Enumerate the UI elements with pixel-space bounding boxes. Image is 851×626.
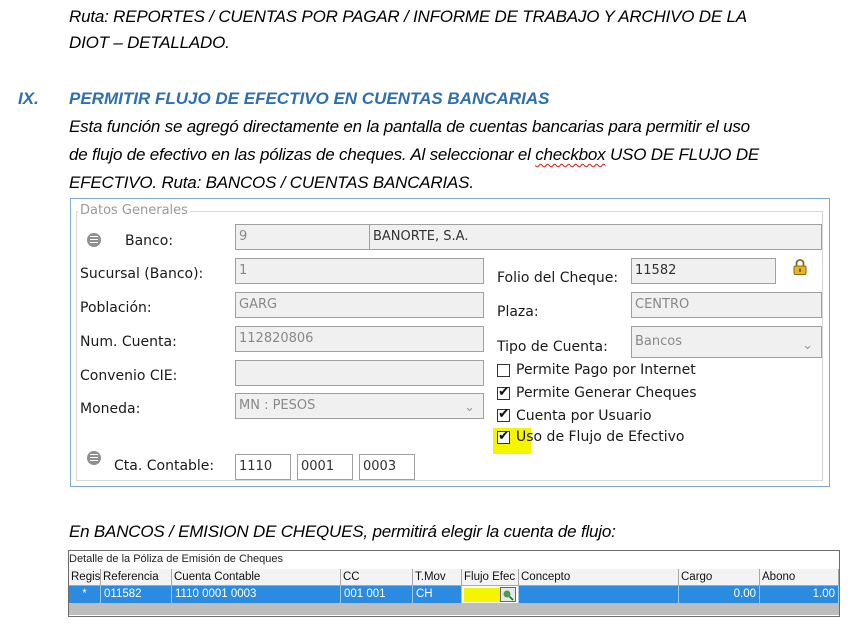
column-header-flujo-efec[interactable]: Flujo Efec xyxy=(462,569,519,586)
column-header-cargo[interactable]: Cargo xyxy=(679,569,760,586)
moneda-select[interactable]: MN : PESOS ⌄ xyxy=(235,393,484,419)
check-mark-icon: ✔ xyxy=(498,406,510,422)
checkbox-flujo-efectivo[interactable]: ✔ xyxy=(497,428,510,444)
chevron-down-icon: ⌄ xyxy=(802,338,813,353)
convenio-cie-label: Convenio CIE: xyxy=(80,368,178,384)
plaza-label: Plaza: xyxy=(497,304,539,320)
column-header-abono[interactable]: Abono xyxy=(760,569,839,586)
section-number: IX. xyxy=(18,89,39,108)
paragraph-text-c: USO DE FLUJO DE xyxy=(605,145,760,164)
tipo-cuenta-select[interactable]: Bancos ⌄ xyxy=(631,326,822,358)
cell-cuenta-contable[interactable]: 1110 0001 0003 xyxy=(172,586,341,603)
cell-tmov[interactable]: CH xyxy=(413,586,462,603)
column-header-concepto[interactable]: Concepto xyxy=(519,569,679,586)
paragraph-line-1: Esta función se agregó directamente en l… xyxy=(69,117,750,136)
folio-label: Folio del Cheque: xyxy=(497,270,619,286)
paragraph-text-a: de flujo de efectivo en las pólizas de c… xyxy=(69,145,536,164)
num-cuenta-field[interactable]: 112820806 xyxy=(235,326,484,352)
num-cuenta-label: Num. Cuenta: xyxy=(80,334,177,350)
convenio-cie-field[interactable] xyxy=(235,360,484,386)
moneda-label: Moneda: xyxy=(80,401,141,417)
lookup-icon[interactable] xyxy=(500,587,516,602)
paragraph-line-2: de flujo de efectivo en las pólizas de c… xyxy=(69,145,759,165)
group-title: Datos Generales xyxy=(78,203,190,218)
checkbox-word: checkbox xyxy=(535,145,606,164)
cta-contable-field-1[interactable]: 1110 xyxy=(235,454,291,480)
folio-field[interactable]: 11582 xyxy=(631,258,776,284)
poblacion-field[interactable]: GARG xyxy=(235,292,484,318)
section-title: PERMITIR FLUJO DE EFECTIVO EN CUENTAS BA… xyxy=(69,89,550,108)
checkbox-cuenta-usuario[interactable]: ✔ xyxy=(497,406,510,422)
grid-horizontal-scrollbar[interactable] xyxy=(69,603,839,615)
column-header-referencia[interactable]: Referencia xyxy=(101,569,172,586)
cell-abono[interactable]: 1.00 xyxy=(760,586,839,603)
column-header-regis[interactable]: Regis xyxy=(69,569,101,586)
cell-flujo-efec[interactable] xyxy=(462,586,519,603)
checkbox-pago-internet[interactable] xyxy=(497,364,510,377)
banco-name-field[interactable]: BANORTE, S.A. xyxy=(369,224,822,250)
flujo-cell-highlight xyxy=(464,588,500,602)
tipo-cuenta-value: Bancos xyxy=(635,334,682,349)
moneda-value: MN : PESOS xyxy=(239,398,316,413)
cell-referencia[interactable]: 011582 xyxy=(101,586,172,603)
tipo-cuenta-label: Tipo de Cuenta: xyxy=(497,339,608,355)
check-mark-icon: ✔ xyxy=(498,428,510,444)
paragraph-2: En BANCOS / EMISION DE CHEQUES, permitir… xyxy=(69,522,616,541)
check-mark-icon: ✔ xyxy=(498,384,510,400)
chevron-down-icon: ⌄ xyxy=(464,400,475,415)
checkbox-label-cuenta-usuario: Cuenta por Usuario xyxy=(516,408,652,424)
paragraph-line-3: EFECTIVO. Ruta: BANCOS / CUENTAS BANCARI… xyxy=(69,173,474,192)
cta-contable-field-3[interactable]: 0003 xyxy=(359,454,415,480)
ruta-line-1: Ruta: REPORTES / CUENTAS POR PAGAR / INF… xyxy=(69,7,747,26)
cta-contable-field-2[interactable]: 0001 xyxy=(297,454,353,480)
ruta-line-2: DIOT – DETALLADO. xyxy=(69,33,230,52)
cta-contable-list-icon[interactable] xyxy=(87,451,101,465)
cell-concepto[interactable] xyxy=(519,586,679,603)
checkbox-generar-cheques[interactable]: ✔ xyxy=(497,384,510,400)
plaza-field[interactable]: CENTRO xyxy=(631,292,822,318)
checkbox-label-generar-cheques: Permite Generar Cheques xyxy=(516,385,697,401)
column-header-cuenta-contable[interactable]: Cuenta Contable xyxy=(172,569,341,586)
sucursal-label: Sucursal (Banco): xyxy=(80,266,204,282)
cell-regis[interactable]: * xyxy=(69,586,101,603)
poblacion-label: Población: xyxy=(80,300,152,316)
cell-cc[interactable]: 001 001 xyxy=(341,586,413,603)
banco-list-icon[interactable] xyxy=(87,233,101,247)
column-header-cc[interactable]: CC xyxy=(341,569,413,586)
column-header-tmov[interactable]: T.Mov xyxy=(413,569,462,586)
checkbox-label-pago-internet: Permite Pago por Internet xyxy=(516,362,696,378)
banco-label: Banco: xyxy=(125,233,174,249)
lock-icon[interactable] xyxy=(793,259,807,275)
sucursal-field[interactable]: 1 xyxy=(235,258,484,284)
checkbox-label-flujo-efectivo: Uso de Flujo de Efectivo xyxy=(516,429,685,445)
grid-title: Detalle de la Póliza de Emisión de Chequ… xyxy=(69,553,284,565)
banco-code-field[interactable]: 9 xyxy=(235,224,370,250)
cta-contable-label: Cta. Contable: xyxy=(114,458,215,474)
cell-cargo[interactable]: 0.00 xyxy=(679,586,760,603)
